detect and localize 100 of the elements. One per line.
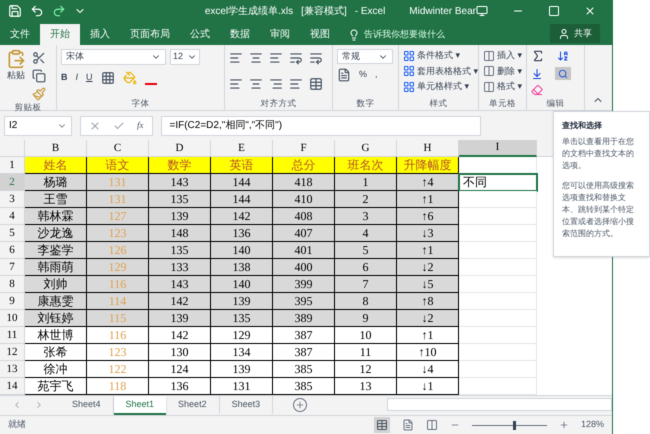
table-cell[interactable]: 135 [149, 191, 211, 208]
table-cell[interactable]: 144 [211, 191, 273, 208]
table-cell[interactable]: 3 [335, 208, 397, 225]
ribbon-tab[interactable]: 数据 [220, 24, 260, 45]
font-name-field[interactable]: 宋体 [61, 49, 166, 65]
row-header[interactable]: 4 [0, 208, 25, 225]
name-box[interactable]: I2 [4, 116, 72, 136]
table-cell[interactable]: 韩林霖 [25, 208, 87, 225]
cut-icon[interactable] [32, 51, 46, 65]
row-header[interactable]: 12 [0, 344, 25, 361]
table-cell[interactable]: 407 [273, 225, 335, 242]
insert-function-icon[interactable]: fx [137, 118, 144, 132]
table-cell[interactable] [459, 293, 537, 310]
table-cell[interactable]: 林世博 [25, 327, 87, 344]
table-cell[interactable]: 139 [149, 310, 211, 327]
table-cell[interactable]: 13 [335, 378, 397, 395]
table-cell[interactable] [459, 208, 537, 225]
table-cell[interactable]: 班名次 [335, 157, 397, 174]
font-size-field[interactable]: 12 [170, 49, 200, 65]
align-right-icon[interactable] [269, 77, 283, 91]
cells-button[interactable]: 插入 ▾ [483, 49, 523, 62]
add-sheet-icon[interactable] [293, 398, 308, 412]
table-cell[interactable]: 136 [149, 378, 211, 395]
table-cell[interactable]: ↓5 [397, 276, 459, 293]
normal-view-button[interactable] [374, 417, 390, 433]
enter-icon[interactable] [113, 120, 125, 132]
table-cell[interactable]: 11 [335, 344, 397, 361]
table-cell[interactable] [459, 225, 537, 242]
table-cell[interactable]: 10 [335, 327, 397, 344]
table-cell[interactable]: 张希 [25, 344, 87, 361]
sum-icon[interactable] [531, 49, 545, 63]
table-cell[interactable]: 徐冲 [25, 361, 87, 378]
table-cell[interactable] [459, 242, 537, 259]
table-cell[interactable]: 6 [335, 259, 397, 276]
table-cell[interactable] [459, 327, 537, 344]
row-header[interactable]: 5 [0, 225, 25, 242]
copy-icon[interactable] [32, 69, 46, 83]
table-cell[interactable]: ↓3 [397, 225, 459, 242]
table-cell[interactable]: ↑1 [397, 327, 459, 344]
table-cell[interactable]: 130 [149, 344, 211, 361]
table-cell[interactable]: 140 [211, 242, 273, 259]
cancel-icon[interactable] [89, 120, 101, 132]
table-cell[interactable]: 1 [335, 174, 397, 191]
table-cell[interactable]: ↑6 [397, 208, 459, 225]
table-cell[interactable]: 139 [211, 361, 273, 378]
redo-icon[interactable] [52, 4, 66, 18]
table-cell[interactable]: 刘钰婷 [25, 310, 87, 327]
zoom-in-icon[interactable] [558, 420, 569, 430]
row-header[interactable]: 14 [0, 378, 25, 395]
tell-me-field[interactable]: 告诉我你想要做什么 [364, 28, 445, 42]
row-header[interactable]: 3 [0, 191, 25, 208]
ribbon-tab[interactable]: 插入 [80, 24, 120, 45]
share-button[interactable]: 共享 [550, 24, 600, 43]
wrap-text-icon[interactable] [309, 51, 323, 65]
table-cell[interactable]: 杨璐 [25, 174, 87, 191]
row-header[interactable]: 7 [0, 259, 25, 276]
table-cell[interactable] [459, 344, 537, 361]
table-cell[interactable]: 刘帅 [25, 276, 87, 293]
table-cell[interactable]: 387 [273, 327, 335, 344]
table-cell[interactable]: 142 [149, 293, 211, 310]
row-header[interactable]: 10 [0, 310, 25, 327]
table-cell[interactable]: 苑宇飞 [25, 378, 87, 395]
fill-icon[interactable] [531, 68, 543, 80]
table-cell[interactable]: 2 [335, 191, 397, 208]
paste-button[interactable]: 粘贴 [4, 49, 28, 101]
find-button[interactable] [555, 67, 571, 80]
style-button[interactable]: 条件格式 ▾ [403, 49, 479, 62]
table-cell[interactable]: 7 [335, 276, 397, 293]
row-header[interactable]: 8 [0, 276, 25, 293]
table-cell[interactable]: 升降幅度 [397, 157, 459, 174]
number-format-field[interactable]: 常规 [337, 49, 393, 64]
ribbon-tab[interactable]: 视图 [300, 24, 340, 45]
table-cell[interactable]: 数学 [149, 157, 211, 174]
ribbon-tab[interactable]: 开始 [40, 24, 80, 45]
table-cell[interactable]: ↑8 [397, 293, 459, 310]
fill-color-icon[interactable] [122, 71, 137, 85]
table-cell[interactable]: 8 [335, 293, 397, 310]
ribbon-tab[interactable]: 页面布局 [120, 24, 180, 45]
ribbon-tab[interactable]: 文件 [0, 24, 40, 45]
table-cell[interactable]: 124 [149, 361, 211, 378]
table-cell[interactable]: 姓名 [25, 157, 87, 174]
table-cell[interactable]: 140 [211, 276, 273, 293]
table-cell[interactable]: 408 [273, 208, 335, 225]
row-header[interactable]: 11 [0, 327, 25, 344]
maximize-icon[interactable] [548, 5, 560, 17]
sheet-tab[interactable]: Sheet1 [114, 396, 166, 415]
row-header[interactable]: 6 [0, 242, 25, 259]
table-cell[interactable]: 5 [335, 242, 397, 259]
table-cell[interactable]: 总分 [273, 157, 335, 174]
bold-button[interactable]: B [61, 71, 68, 85]
table-cell[interactable]: 韩雨萌 [25, 259, 87, 276]
clear-icon[interactable] [531, 84, 543, 96]
table-cell[interactable]: ↑4 [397, 174, 459, 191]
close-icon[interactable] [584, 5, 596, 17]
table-cell[interactable]: ↓1 [397, 378, 459, 395]
underline-button[interactable]: U [86, 71, 93, 85]
table-cell[interactable]: 395 [273, 293, 335, 310]
save-icon[interactable] [8, 4, 22, 18]
table-cell[interactable]: 138 [211, 259, 273, 276]
sort-icon[interactable] [557, 50, 569, 62]
